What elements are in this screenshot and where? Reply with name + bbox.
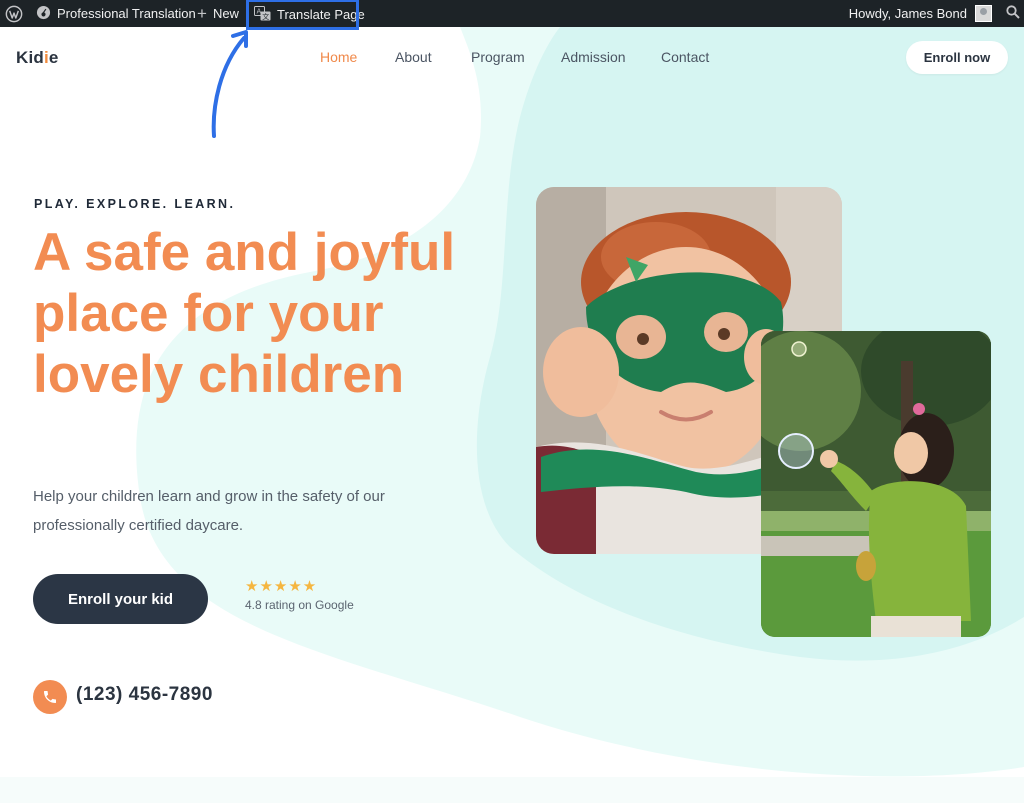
search-icon[interactable]: [1006, 5, 1020, 22]
nav-item-home[interactable]: Home: [320, 49, 357, 65]
translate-page-label: Translate Page: [277, 7, 365, 22]
wordpress-logo-icon[interactable]: [4, 0, 24, 27]
site-name-label: Professional Translation: [57, 6, 196, 21]
rating-stars: ★★★★★: [245, 578, 318, 595]
translate-icon: A 文: [254, 5, 271, 24]
account-menu[interactable]: Howdy, James Bond: [849, 0, 1020, 27]
enroll-now-button[interactable]: Enroll now: [906, 41, 1008, 74]
svg-text:文: 文: [262, 12, 269, 21]
nav-item-program[interactable]: Program: [471, 49, 525, 65]
nav-item-about[interactable]: About: [395, 49, 432, 65]
nav-item-admission[interactable]: Admission: [561, 49, 626, 65]
hero-eyebrow: PLAY. EXPLORE. LEARN.: [34, 197, 236, 211]
site-name-menu[interactable]: Professional Translation: [36, 0, 196, 27]
logo-text-end: e: [48, 48, 59, 67]
plus-icon: +: [197, 4, 207, 23]
enroll-your-kid-button[interactable]: Enroll your kid: [33, 574, 208, 624]
logo-text-start: Kid: [16, 48, 44, 67]
annotation-arrow: [211, 30, 248, 138]
rating-text: 4.8 rating on Google: [245, 598, 354, 612]
hero-subtext: Help your children learn and grow in the…: [33, 488, 385, 534]
phone-number[interactable]: (123) 456-7890: [76, 684, 213, 706]
nav-item-contact[interactable]: Contact: [661, 49, 709, 65]
hero-photo-girl: [761, 331, 991, 637]
translate-page-button[interactable]: A 文 Translate Page: [246, 0, 365, 30]
new-label: New: [212, 6, 239, 21]
avatar: [975, 5, 992, 22]
greeting-label: Howdy, James Bond: [848, 6, 967, 21]
hero-headline: A safe and joyful place for your lovely …: [33, 223, 456, 404]
wp-admin-bar: Professional Translation + New A 文 Trans…: [0, 0, 1024, 30]
phone-icon[interactable]: [33, 680, 67, 714]
site-logo[interactable]: Kidie: [16, 48, 59, 68]
new-content-menu[interactable]: + New: [197, 0, 239, 27]
palette-icon: [36, 5, 51, 23]
